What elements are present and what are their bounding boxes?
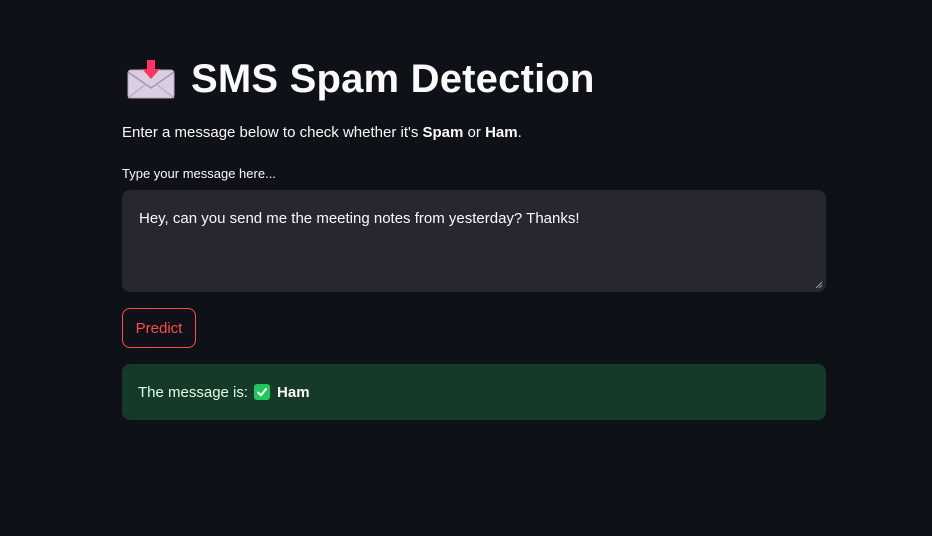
message-textarea[interactable]: Hey, can you send me the meeting notes f…	[122, 190, 826, 292]
intro-suffix: .	[517, 124, 522, 141]
check-mark-icon	[254, 384, 271, 400]
page-title: SMS Spam Detection	[191, 56, 595, 101]
intro-spam-label: Spam	[422, 124, 464, 141]
result-label: Ham	[277, 383, 310, 401]
incoming-envelope-icon	[127, 58, 175, 100]
message-field-label: Type your message here...	[122, 166, 276, 181]
resize-handle-icon[interactable]	[815, 281, 823, 289]
intro-middle: or	[463, 124, 486, 141]
message-text: Hey, can you send me the meeting notes f…	[139, 210, 580, 227]
page-header: SMS Spam Detection	[127, 52, 595, 106]
intro-text: Enter a message below to check whether i…	[122, 124, 522, 141]
intro-ham-label: Ham	[485, 124, 518, 141]
intro-prefix: Enter a message below to check whether i…	[122, 124, 423, 141]
predict-button[interactable]: Predict	[122, 308, 196, 348]
result-prefix: The message is:	[138, 383, 249, 401]
result-alert: The message is: Ham	[122, 364, 826, 420]
